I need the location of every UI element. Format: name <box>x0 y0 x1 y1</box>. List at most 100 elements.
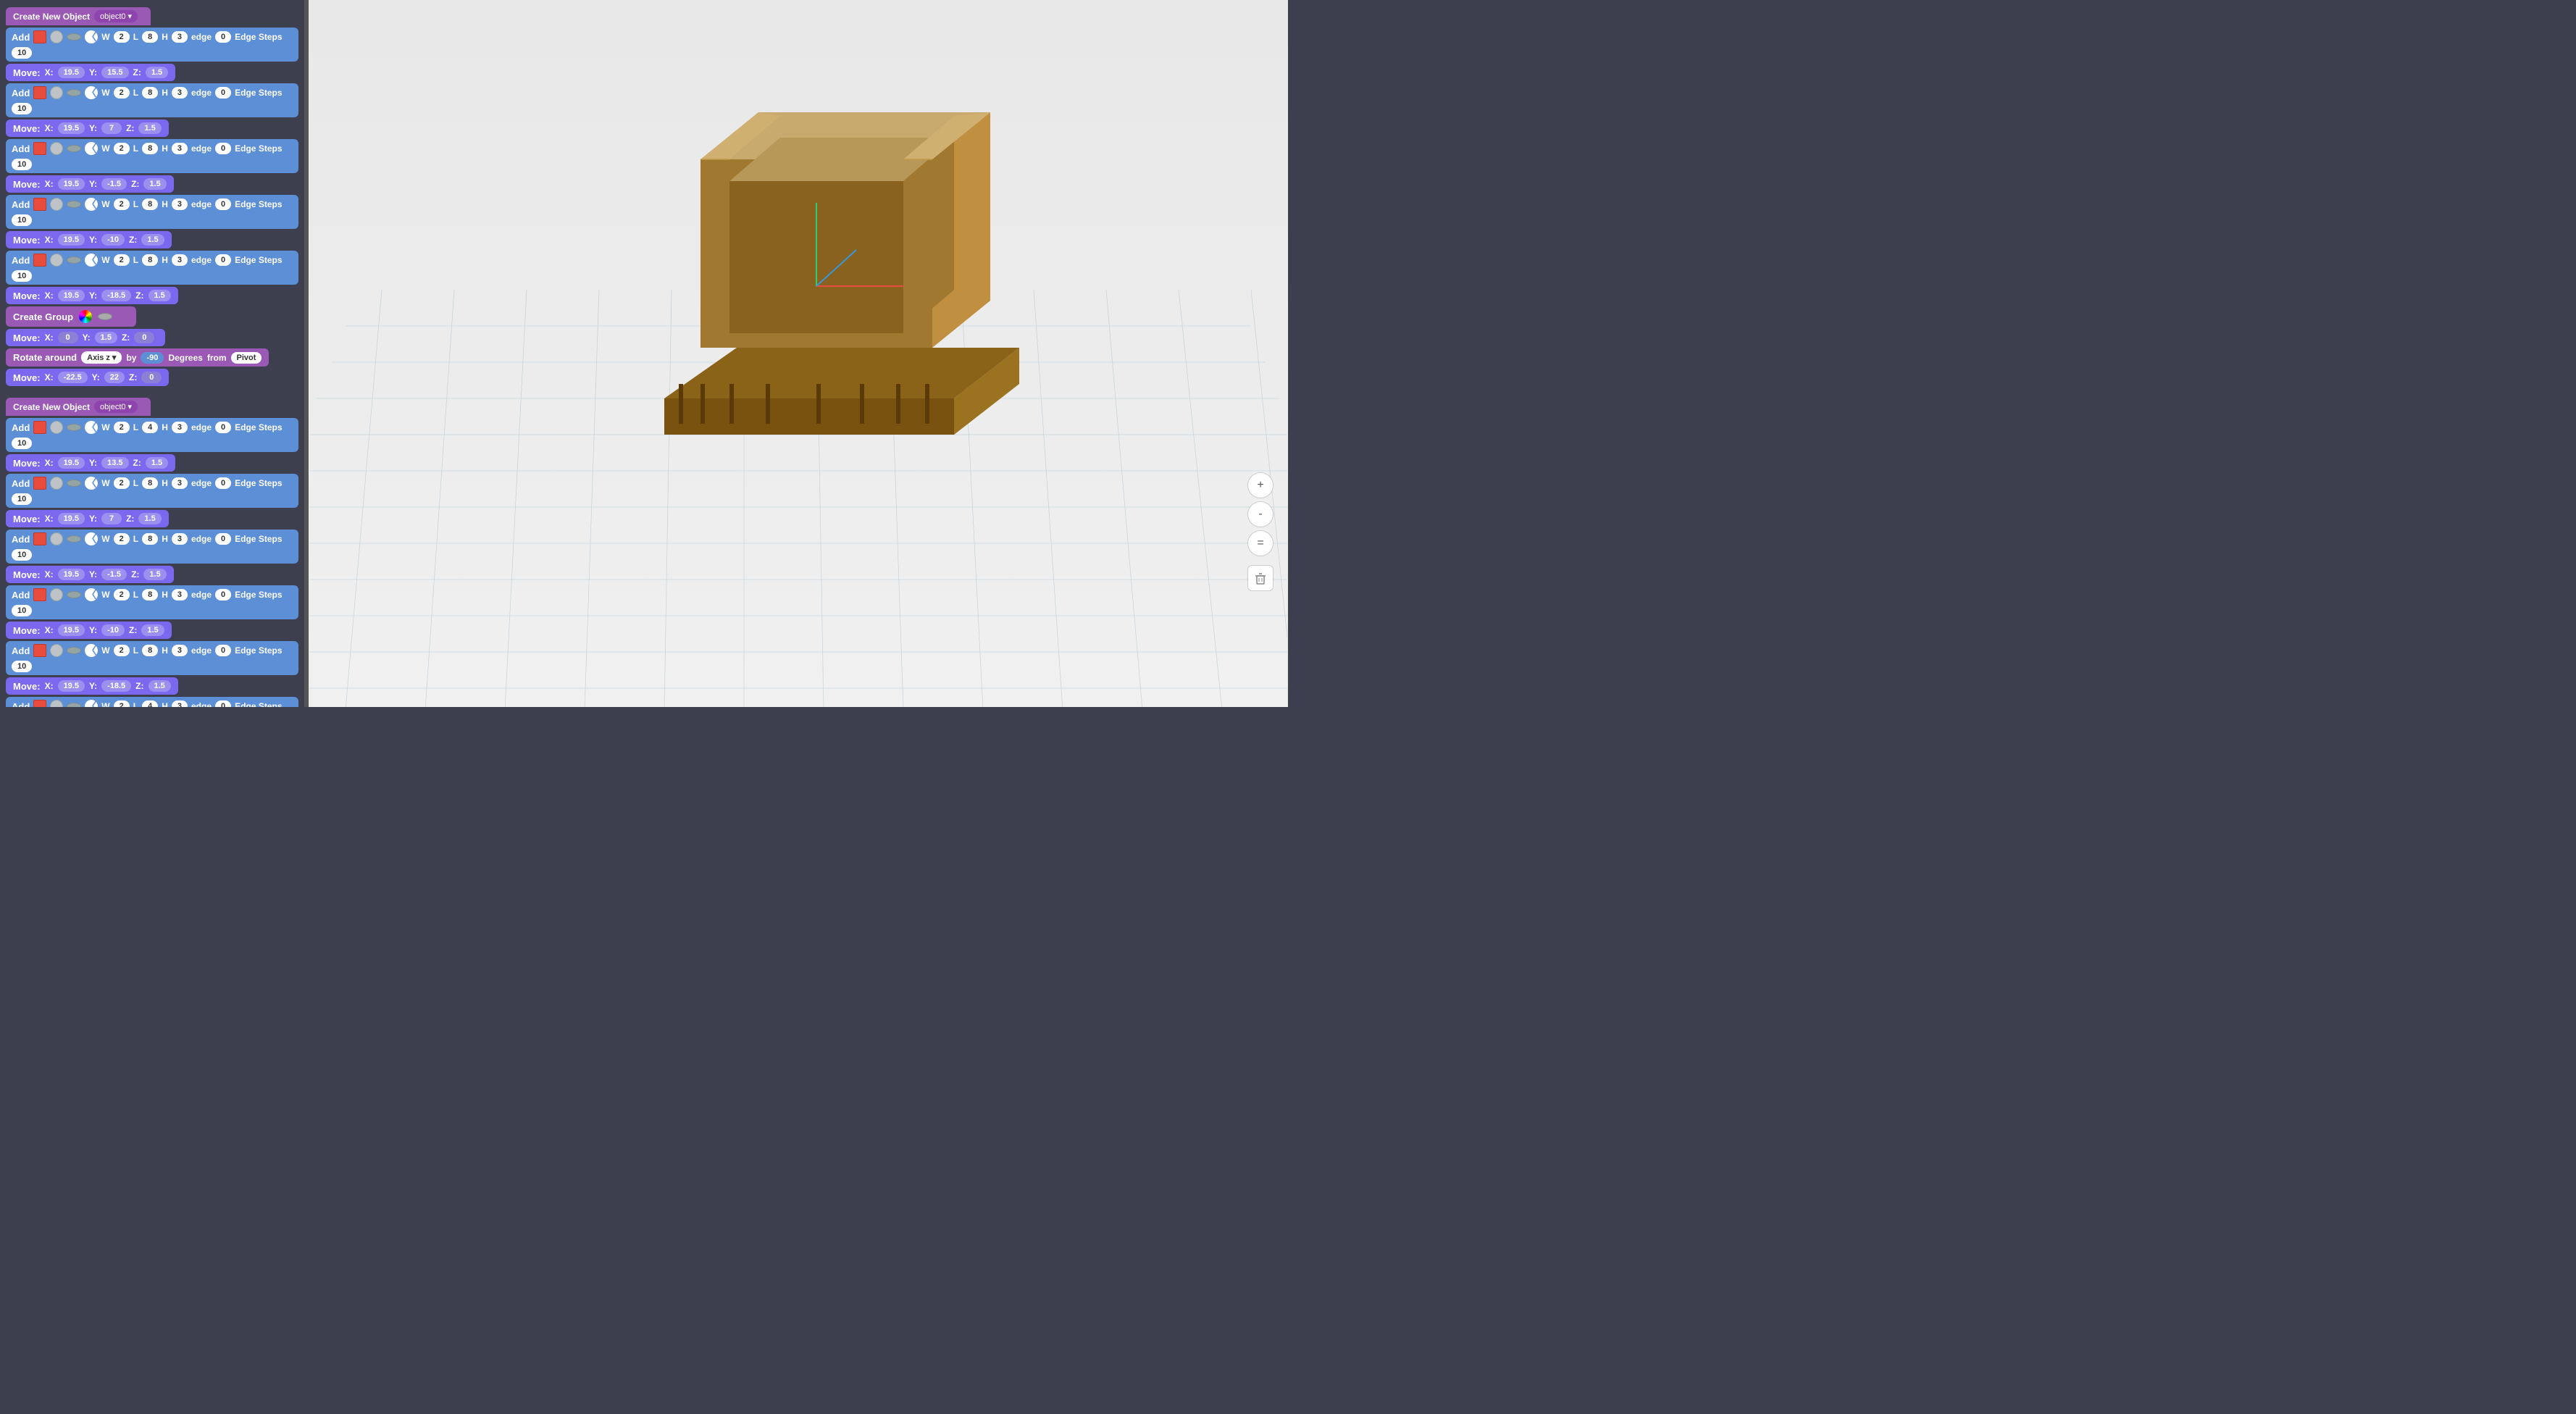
x-label-1: X: <box>45 67 54 78</box>
l-value-3[interactable]: 8 <box>142 143 158 154</box>
edge-value-1[interactable]: 0 <box>215 31 231 43</box>
w-value-2[interactable]: 2 <box>114 87 130 99</box>
z-val-1[interactable]: 1.5 <box>146 67 168 78</box>
trash-icon <box>1253 571 1268 585</box>
rotate-label: Rotate around <box>13 352 77 363</box>
g2-sphere-1[interactable] <box>50 421 63 434</box>
h-value-3[interactable]: 3 <box>172 143 188 154</box>
red-cube-icon-5[interactable] <box>33 254 46 267</box>
edge-label-2: edge <box>191 88 212 98</box>
g2-red-cube-1[interactable] <box>33 421 46 434</box>
zoom-out-btn[interactable]: - <box>1247 501 1274 527</box>
red-cube-icon-3[interactable] <box>33 142 46 155</box>
zoom-in-btn[interactable]: + <box>1247 472 1274 498</box>
sphere-icon-2[interactable] <box>50 86 63 99</box>
blocks-container: Create New Object object0 ▾ Add 〈 W 2 L … <box>6 7 298 707</box>
add-row-5: Add 〈 W 2 L 8 H 3 edge 0 Edge Steps 10 <box>6 251 298 285</box>
add-row-4: Add 〈 W 2 L 8 H 3 edge 0 Edge Steps 10 <box>6 195 298 229</box>
left-panel: Create New Object object0 ▾ Add 〈 W 2 L … <box>0 0 304 707</box>
edge-value-2[interactable]: 0 <box>215 87 231 99</box>
red-cube-icon-2[interactable] <box>33 86 46 99</box>
disc-icon-5[interactable] <box>67 256 81 264</box>
angle-icon-3[interactable]: 〈 <box>85 142 98 155</box>
disc-icon-4[interactable] <box>67 201 81 208</box>
edgesteps-label: Edge Steps <box>235 32 282 42</box>
disc-icon-3[interactable] <box>67 145 81 152</box>
y-val-1[interactable]: 15.5 <box>101 67 128 78</box>
axis-btn[interactable]: Axis z ▾ <box>81 351 122 364</box>
zoom-reset-btn[interactable]: = <box>1247 530 1274 556</box>
move-row-5: Move: X: 19.5 Y: -18.5 Z: 1.5 <box>6 287 178 304</box>
g2-disc-1[interactable] <box>67 424 81 431</box>
edgesteps-value-3[interactable]: 10 <box>12 159 32 170</box>
l-value-1[interactable]: 8 <box>142 31 158 43</box>
disc-icon[interactable] <box>67 33 81 41</box>
l-label-2: L <box>133 88 138 98</box>
create-new-obj-label: Create New Object <box>13 12 90 22</box>
w-value-1[interactable]: 2 <box>114 31 130 43</box>
move-row-g2-3: Move: X: 19.5 Y: -1.5 Z: 1.5 <box>6 566 174 583</box>
edge-value-3[interactable]: 0 <box>215 143 231 154</box>
y-val-2[interactable]: 7 <box>101 122 122 134</box>
block-group-2: Create New Object object0 ▾ Add 〈 W 2 L … <box>6 398 298 707</box>
w-label-2: W <box>101 88 109 98</box>
move-row-g2-5: Move: X: 19.5 Y: -18.5 Z: 1.5 <box>6 677 178 695</box>
edgesteps-label-2: Edge Steps <box>235 88 282 98</box>
h-value-1[interactable]: 3 <box>172 31 188 43</box>
add-row-3: Add 〈 W 2 L 8 H 3 edge 0 Edge Steps 10 <box>6 139 298 173</box>
g2-angle-1[interactable]: 〈 <box>85 421 98 434</box>
color-wheel-icon[interactable] <box>79 310 92 323</box>
red-cube-icon[interactable] <box>33 30 46 43</box>
add-row-2: Add 〈 W 2 L 8 H 3 edge 0 Edge Steps 10 <box>6 83 298 117</box>
disc-icon-2[interactable] <box>67 89 81 96</box>
add-label: Add <box>12 32 30 43</box>
zoom-controls: + - = <box>1247 472 1274 591</box>
block-group-1: Create New Object object0 ▾ Add 〈 W 2 L … <box>6 7 298 386</box>
add-row-g2-3: Add 〈 W 2 L 8 H 3 edge 0 Edge Steps 10 <box>6 530 298 564</box>
object-dropdown-2[interactable]: object0 ▾ <box>94 401 138 413</box>
object-dropdown-1[interactable]: object0 ▾ <box>94 10 138 22</box>
move-row-2: Move: X: 19.5 Y: 7 Z: 1.5 <box>6 120 169 137</box>
w-value-3[interactable]: 2 <box>114 143 130 154</box>
angle-icon-4[interactable]: 〈 <box>85 198 98 211</box>
edgesteps-value-1[interactable]: 10 <box>12 47 32 59</box>
create-new-obj-header-2: Create New Object object0 ▾ <box>6 398 151 416</box>
trash-btn[interactable] <box>1247 565 1274 591</box>
move-row-4: Move: X: 19.5 Y: -10 Z: 1.5 <box>6 231 172 248</box>
z-val-2[interactable]: 1.5 <box>138 122 161 134</box>
x-val-2[interactable]: 19.5 <box>58 122 85 134</box>
y-label-1: Y: <box>89 67 97 78</box>
z-label-1: Z: <box>133 67 141 78</box>
h-value-2[interactable]: 3 <box>172 87 188 99</box>
pivot-btn[interactable]: Pivot <box>231 352 262 364</box>
w-label: W <box>101 32 109 42</box>
h-label: H <box>162 32 168 42</box>
material-disc-icon[interactable] <box>98 313 112 320</box>
viewport-panel: + - = <box>309 0 1288 707</box>
sphere-icon-4[interactable] <box>50 198 63 211</box>
h-label-2: H <box>162 88 168 98</box>
l-value-2[interactable]: 8 <box>142 87 158 99</box>
move-row-3: Move: X: 19.5 Y: -1.5 Z: 1.5 <box>6 175 174 193</box>
degrees-value[interactable]: -90 <box>141 352 164 364</box>
move-row-g2-4: Move: X: 19.5 Y: -10 Z: 1.5 <box>6 622 172 639</box>
rotate-row: Rotate around Axis z ▾ by -90 Degrees fr… <box>6 348 269 367</box>
3d-viewport[interactable]: + - = <box>309 0 1288 707</box>
add-row-g2-2: Add 〈 W 2 L 8 H 3 edge 0 Edge Steps 10 <box>6 474 298 508</box>
l-label: L <box>133 32 138 42</box>
move-row-group: Move: X: 0 Y: 1.5 Z: 0 <box>6 329 165 346</box>
angle-icon-5[interactable]: 〈 <box>85 254 98 267</box>
edgesteps-value-2[interactable]: 10 <box>12 103 32 114</box>
angle-icon[interactable]: 〈 <box>85 30 98 43</box>
add-row-g2-4: Add 〈 W 2 L 8 H 3 edge 0 Edge Steps 10 <box>6 585 298 619</box>
create-group-row[interactable]: Create Group <box>6 306 136 327</box>
add-row-1: Add 〈 W 2 L 8 H 3 edge 0 Edge Steps 10 <box>6 28 298 62</box>
x-val-1[interactable]: 19.5 <box>58 67 85 78</box>
red-cube-icon-4[interactable] <box>33 198 46 211</box>
move-row-1: Move: X: 19.5 Y: 15.5 Z: 1.5 <box>6 64 175 81</box>
sphere-icon[interactable] <box>50 30 63 43</box>
sphere-icon-3[interactable] <box>50 142 63 155</box>
angle-icon-2[interactable]: 〈 <box>85 86 98 99</box>
move-label-1: Move: <box>13 67 41 78</box>
sphere-icon-5[interactable] <box>50 254 63 267</box>
